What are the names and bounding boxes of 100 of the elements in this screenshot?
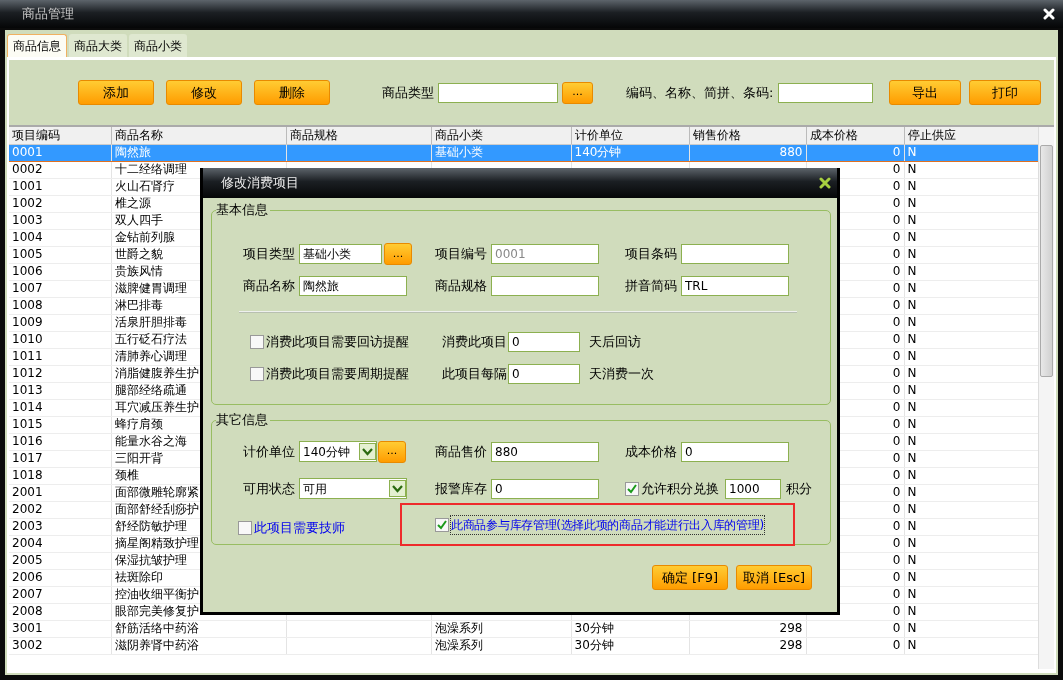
table-cell: 1009 (12, 315, 43, 329)
text-field[interactable]: 880 (491, 441, 599, 462)
table-cell: N (907, 247, 917, 261)
table-cell: 3001 (12, 621, 43, 635)
table-cell: 298 (779, 638, 803, 652)
table-cell: N (907, 264, 917, 278)
checkbox[interactable] (250, 335, 264, 349)
text-field[interactable] (778, 82, 874, 103)
table-cell: 0 (892, 638, 901, 652)
table-cell: 清肺养心调理 (114, 349, 187, 363)
toolbar-button[interactable]: 修改 (166, 80, 242, 105)
table-cell: 0 (892, 179, 901, 193)
table-cell: 1005 (12, 247, 43, 261)
table-cell: 30分钟 (574, 638, 614, 652)
checkbox[interactable] (250, 367, 264, 381)
text-field[interactable]: 0 (508, 364, 580, 384)
dialog-button[interactable]: 确定 [F9] (652, 565, 728, 590)
table-row[interactable]: 3002 滋阴养肾中药浴 泡澡系列 30分钟 298 0 N (9, 637, 1038, 654)
checkbox-label[interactable]: 此商品参与库存管理(选择此项的商品才能进行出入库的管理) (451, 515, 764, 534)
table-cell: 1012 (12, 366, 43, 380)
text-field[interactable]: 0 (508, 332, 580, 352)
toolbar-button[interactable]: 导出 (889, 80, 962, 105)
table-cell: 控油收细平衡护 (114, 587, 199, 601)
table-cell: 十二经络调理 (114, 162, 187, 176)
table-cell: 0 (892, 621, 901, 635)
table-cell: 0 (892, 196, 901, 210)
text-field[interactable]: 陶然旅 (299, 276, 407, 296)
table-cell: 滋阴养肾中药浴 (114, 638, 199, 652)
table-cell: 1016 (12, 434, 43, 448)
column-header[interactable]: 商品小类 (431, 127, 571, 144)
browse-button[interactable]: ... (378, 440, 406, 463)
table-cell: N (907, 519, 917, 533)
table-cell: 0 (892, 281, 901, 295)
dropdown[interactable]: 可用 (299, 478, 407, 499)
field-label: 拼音简码 (625, 277, 678, 296)
text-field[interactable] (491, 276, 599, 296)
table-cell: 0 (892, 383, 901, 397)
checkbox-label[interactable]: 此项目需要技师 (254, 517, 345, 538)
text-field[interactable]: 1000 (725, 478, 781, 499)
browse-button[interactable]: ... (384, 243, 412, 265)
chevron-down-icon[interactable] (359, 443, 376, 460)
field-label: 项目编号 (435, 245, 488, 264)
table-cell: 1018 (12, 468, 43, 482)
dropdown[interactable]: 140分钟 (299, 441, 377, 462)
table-cell: N (907, 281, 917, 295)
table-row[interactable]: 3001 舒筋活络中药浴 泡澡系列 30分钟 298 0 N (9, 620, 1038, 637)
column-header[interactable]: 商品名称 (111, 127, 286, 144)
table-cell: 五行砭石疗法 (114, 332, 187, 346)
table-cell: 基础小类 (434, 145, 483, 159)
column-header[interactable]: 销售价格 (689, 127, 806, 144)
scrollbar[interactable] (1038, 127, 1054, 669)
table-cell: N (907, 451, 917, 465)
table-cell: 0 (892, 247, 901, 261)
close-icon[interactable] (819, 177, 831, 189)
table-cell: 2008 (12, 604, 43, 618)
window-title: 商品管理 (22, 5, 74, 24)
text-field[interactable]: 0 (681, 441, 789, 462)
table-cell: 1007 (12, 281, 43, 295)
table-cell: 0 (892, 366, 901, 380)
table-cell: 活泉肝胆排毒 (114, 315, 187, 329)
table-cell: N (907, 638, 917, 652)
column-header[interactable]: 成本价格 (806, 127, 904, 144)
text-field[interactable]: TRL (681, 276, 789, 296)
table-cell: 消脂健腹养生护 (114, 366, 199, 380)
tab[interactable]: 商品大类 (69, 34, 127, 57)
field-label: 此项目每隔 (442, 365, 508, 384)
table-cell: N (907, 553, 917, 567)
table-cell: 3002 (12, 638, 43, 652)
table-cell: 880 (779, 145, 803, 159)
table-cell: 陶然旅 (114, 145, 151, 159)
checkbox[interactable] (625, 481, 639, 496)
table-cell: N (907, 604, 917, 618)
checkbox[interactable] (238, 520, 252, 535)
text-field[interactable] (681, 244, 789, 264)
dialog-button[interactable]: 取消 [Esc] (736, 565, 812, 590)
table-cell: N (907, 213, 917, 227)
table-cell: 淋巴排毒 (114, 298, 163, 312)
text-field[interactable]: 基础小类 (299, 244, 382, 264)
table-cell: 0 (892, 485, 901, 499)
table-cell: 0 (892, 604, 901, 618)
text-field[interactable]: 0 (491, 478, 599, 499)
table-cell: 耳穴减压养生护 (114, 400, 199, 414)
browse-button[interactable]: ... (562, 81, 593, 104)
checkbox-label[interactable]: 消费此项目需要周期提醒 (266, 364, 409, 384)
tab[interactable]: 商品信息 (7, 34, 67, 57)
table-cell: 0 (892, 349, 901, 363)
toolbar-button[interactable]: 删除 (254, 80, 330, 105)
column-header[interactable]: 商品规格 (286, 127, 431, 144)
chevron-down-icon[interactable] (389, 480, 406, 497)
column-header[interactable]: 计价单位 (571, 127, 689, 144)
table-cell: 0001 (12, 145, 43, 159)
toolbar-button[interactable]: 打印 (969, 80, 1042, 105)
column-header[interactable]: 项目编码 (9, 127, 111, 144)
field-label: 项目类型 (243, 245, 296, 264)
column-header[interactable]: 停止供应 (904, 127, 1038, 144)
tab[interactable]: 商品小类 (129, 34, 187, 57)
table-cell: N (907, 383, 917, 397)
toolbar-button[interactable]: 添加 (78, 80, 154, 105)
checkbox[interactable] (435, 517, 449, 532)
text-field[interactable] (438, 82, 558, 103)
